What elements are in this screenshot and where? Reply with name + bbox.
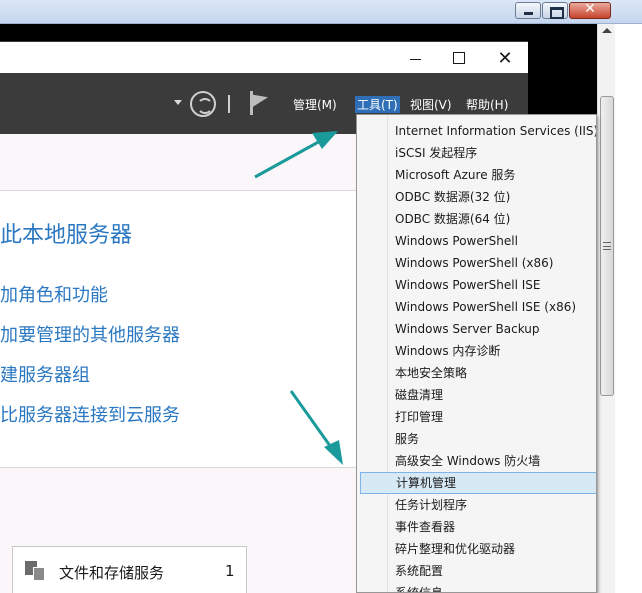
file-storage-icon [25,561,47,581]
tools-dropdown-menu: Internet Information Services (IIS)管 iSCS… [356,114,597,593]
outer-caption-buttons: ✕ [515,1,612,19]
tools-menu-item[interactable]: Windows PowerShell (x86) [360,252,596,274]
server-manager-titlebar: ✕ [0,41,528,73]
close-button[interactable]: ✕ [482,42,528,74]
chevron-down-icon[interactable] [174,100,182,105]
tools-menu-item[interactable]: Internet Information Services (IIS)管 [360,120,596,142]
link-add-roles[interactable]: 加角色和功能 [0,281,108,307]
outer-minimize-button[interactable] [515,2,541,19]
tools-menu-item[interactable]: 系统配置 [360,560,596,582]
right-margin [615,24,642,593]
file-storage-services-tile[interactable]: 文件和存储服务 1 [12,546,247,593]
header-divider [228,95,230,113]
tile-count: 1 [225,562,235,580]
tools-menu-item[interactable]: Windows PowerShell ISE (x86) [360,296,596,318]
tools-menu-item[interactable]: 系统信息 [360,582,596,592]
tools-menu-item[interactable]: 事件查看器 [360,516,596,538]
menu-view[interactable]: 视图(V) [410,96,452,113]
tools-menu-item[interactable]: Windows PowerShell [360,230,596,252]
tools-menu-item[interactable]: 任务计划程序 [360,494,596,516]
flag-icon[interactable] [250,89,270,115]
vertical-scrollbar[interactable] [597,24,615,593]
menu-manage[interactable]: 管理(M) [293,96,337,113]
menu-tools[interactable]: 工具(T) [355,96,400,113]
outer-window-titlebar: ✕ [0,0,642,24]
scroll-up-icon[interactable] [602,28,612,33]
tools-menu-item[interactable]: 服务 [360,428,596,450]
maximize-button[interactable] [436,42,482,74]
tools-menu-item[interactable]: Windows Server Backup [360,318,596,340]
link-connect-cloud[interactable]: 比服务器连接到云服务 [0,401,180,427]
tools-menu-item[interactable]: 本地安全策略 [360,362,596,384]
tools-menu-item[interactable]: Windows PowerShell ISE [360,274,596,296]
tile-label: 文件和存储服务 [59,564,165,582]
close-icon: ✕ [584,1,596,17]
minimize-button[interactable] [392,42,438,74]
configure-local-server-heading[interactable]: 此本地服务器 [0,217,132,249]
content-top-area [0,134,357,190]
tools-menu-item[interactable]: 磁盘清理 [360,384,596,406]
link-create-server-group[interactable]: 建服务器组 [0,361,90,387]
link-add-servers[interactable]: 加要管理的其他服务器 [0,321,180,347]
tools-menu-item[interactable]: iSCSI 发起程序 [360,142,596,164]
tools-menu-item[interactable]: Microsoft Azure 服务 [360,164,596,186]
outer-maximize-button[interactable] [542,2,568,19]
tools-menu-item[interactable]: 高级安全 Windows 防火墙 [360,450,596,472]
tools-menu-item[interactable]: 碎片整理和优化驱动器 [360,538,596,560]
tools-menu-item[interactable]: ODBC 数据源(32 位) [360,186,596,208]
tools-menu-item[interactable]: 计算机管理 [360,472,596,494]
tools-menu-item[interactable]: 打印管理 [360,406,596,428]
tools-menu-item[interactable]: ODBC 数据源(64 位) [360,208,596,230]
tools-menu-item[interactable]: Windows 内存诊断 [360,340,596,362]
refresh-icon[interactable] [190,91,216,117]
menu-help[interactable]: 帮助(H) [466,96,508,113]
scrollbar-thumb[interactable] [600,96,614,396]
outer-close-button[interactable]: ✕ [569,1,611,19]
